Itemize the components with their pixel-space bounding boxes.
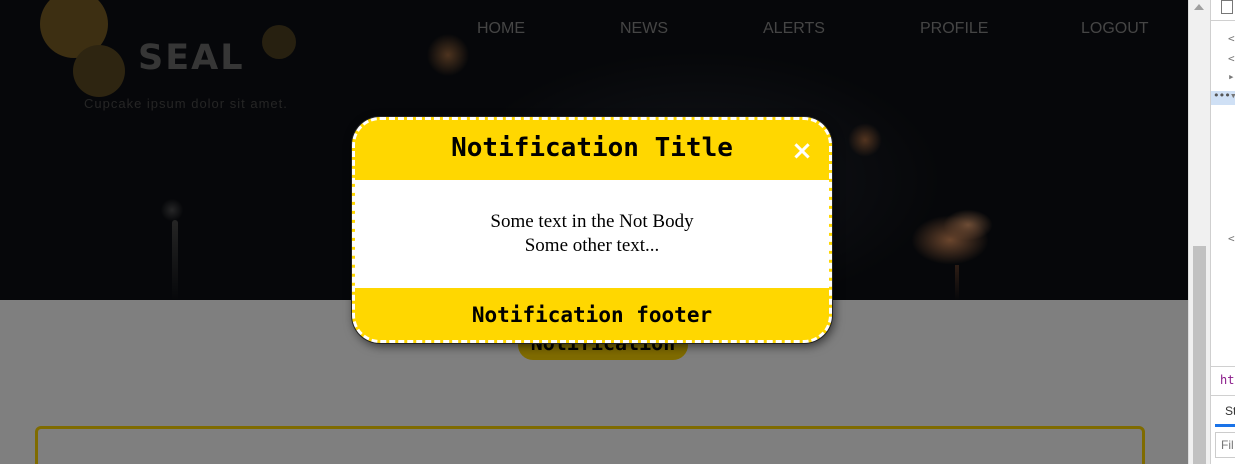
active-tab-indicator — [1215, 424, 1235, 427]
modal-body-line: Some other text... — [524, 235, 660, 256]
more-icon[interactable]: ••• — [1213, 89, 1231, 102]
close-icon[interactable]: × — [790, 138, 814, 164]
modal-footer: Notification footer — [471, 303, 713, 327]
notification-modal: Notification Title × Some text in the No… — [352, 117, 832, 343]
divider — [1211, 20, 1235, 21]
code-line[interactable]: < — [1228, 32, 1235, 45]
modal-body: Some text in the Not Body Some other tex… — [355, 180, 829, 288]
modal-body-line: Some text in the Not Body — [490, 211, 694, 232]
divider — [1211, 395, 1235, 396]
devtools-panel: < < ▸ ••• ▾ < ht St Fil — [1210, 0, 1235, 464]
code-line[interactable]: ▾ — [1230, 89, 1235, 102]
page-scrollbar[interactable] — [1188, 0, 1210, 464]
divider — [1211, 366, 1235, 367]
code-line[interactable]: ▸ — [1228, 70, 1235, 83]
modal-title: Notification Title — [451, 133, 733, 163]
html-tab[interactable]: ht — [1220, 373, 1234, 387]
filter-input[interactable]: Fil — [1215, 432, 1235, 458]
styles-tab[interactable]: St — [1225, 404, 1235, 418]
scroll-up-icon[interactable] — [1194, 4, 1204, 10]
inspect-icon[interactable] — [1221, 0, 1233, 14]
code-line[interactable]: < — [1228, 232, 1235, 245]
scrollbar-thumb[interactable] — [1193, 246, 1206, 464]
code-line[interactable]: < — [1228, 52, 1235, 65]
